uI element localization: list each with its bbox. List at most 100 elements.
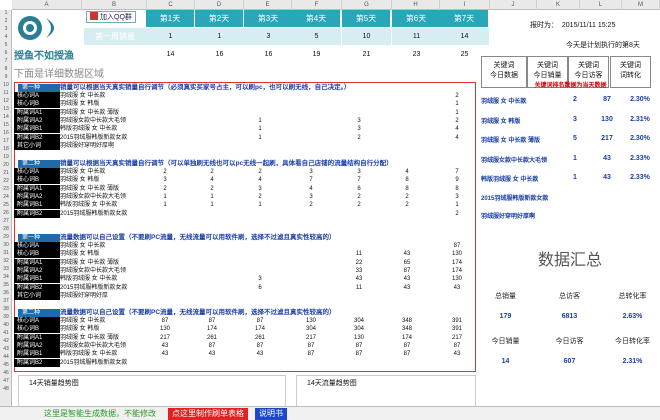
row-cell[interactable]: 2 bbox=[442, 117, 472, 125]
column-header-L[interactable]: L bbox=[580, 0, 622, 10]
row-cell[interactable]: 348 bbox=[392, 325, 422, 333]
row-cell[interactable]: 43 bbox=[442, 350, 472, 358]
row-cell[interactable]: 4 bbox=[392, 168, 422, 176]
row-cell[interactable]: 43 bbox=[150, 350, 180, 358]
column-header-G[interactable]: G bbox=[342, 0, 392, 10]
row-number[interactable]: 47 bbox=[0, 378, 12, 385]
row-cell[interactable]: 65 bbox=[392, 259, 422, 267]
row-cell[interactable]: 174 bbox=[392, 334, 422, 342]
row-cell[interactable]: 1 bbox=[442, 109, 472, 117]
row-cell[interactable]: 7 bbox=[344, 176, 374, 184]
row-cell[interactable]: 87 bbox=[392, 342, 422, 350]
row-cell[interactable]: 87 bbox=[197, 317, 227, 325]
row-cell[interactable]: 6 bbox=[344, 185, 374, 193]
row-cell[interactable]: 43 bbox=[344, 275, 374, 283]
row-number[interactable]: 29 bbox=[0, 234, 12, 241]
row-cell[interactable]: 130 bbox=[442, 250, 472, 258]
row-cell[interactable]: 87 bbox=[442, 342, 472, 350]
row-cell[interactable]: 1 bbox=[245, 134, 275, 142]
row-cell[interactable]: 43 bbox=[392, 275, 422, 283]
row-cell[interactable]: 2 bbox=[344, 201, 374, 209]
row-cell[interactable]: 174 bbox=[442, 259, 472, 267]
row-cell[interactable]: 87 bbox=[442, 242, 472, 250]
row-cell[interactable]: 2 bbox=[442, 92, 472, 100]
row-cell[interactable]: 87 bbox=[150, 317, 180, 325]
row-cell[interactable]: 8 bbox=[392, 185, 422, 193]
column-header-M[interactable]: M bbox=[622, 0, 660, 10]
row-cell[interactable]: 2 bbox=[344, 193, 374, 201]
row-cell[interactable]: 8 bbox=[442, 185, 472, 193]
row-number[interactable]: 2 bbox=[0, 18, 12, 25]
row-cell[interactable]: 130 bbox=[344, 334, 374, 342]
row-cell[interactable]: 3 bbox=[442, 193, 472, 201]
row-cell[interactable]: 1 bbox=[245, 201, 275, 209]
row-cell[interactable]: 43 bbox=[442, 284, 472, 292]
row-number[interactable]: 1 bbox=[0, 10, 12, 17]
row-cell[interactable]: 7 bbox=[442, 168, 472, 176]
row-cell[interactable]: 304 bbox=[344, 325, 374, 333]
row-cell[interactable]: 2 bbox=[296, 201, 326, 209]
row-cell[interactable]: 2 bbox=[150, 185, 180, 193]
join-qq-group-button[interactable]: 加入QQ群 bbox=[86, 11, 136, 23]
row-cell[interactable]: 4 bbox=[197, 176, 227, 184]
row-cell[interactable]: 43 bbox=[150, 342, 180, 350]
week1-cell[interactable]: 5 bbox=[292, 28, 341, 45]
column-header-H[interactable]: H bbox=[392, 0, 440, 10]
row-cell[interactable]: 1 bbox=[442, 201, 472, 209]
row-number[interactable]: 9 bbox=[0, 74, 12, 81]
row-cell[interactable]: 2 bbox=[392, 193, 422, 201]
row-cell[interactable]: 2 bbox=[442, 210, 472, 218]
week2-cell[interactable]: 23 bbox=[392, 46, 441, 63]
row-cell[interactable]: 174 bbox=[197, 325, 227, 333]
week1-cell[interactable]: 3 bbox=[244, 28, 293, 45]
row-cell[interactable]: 87 bbox=[296, 342, 326, 350]
sheet-tab-manual[interactable]: 说明书 bbox=[255, 408, 287, 420]
row-cell[interactable]: 2 bbox=[197, 168, 227, 176]
row-cell[interactable]: 7 bbox=[296, 176, 326, 184]
row-cell[interactable]: 87 bbox=[245, 317, 275, 325]
row-cell[interactable]: 11 bbox=[344, 250, 374, 258]
row-cell[interactable]: 130 bbox=[150, 325, 180, 333]
column-header-B[interactable]: B bbox=[82, 0, 147, 10]
sheet-tab-generated[interactable]: 这里是智能生成数据，不能修改 bbox=[40, 408, 160, 420]
row-cell[interactable]: 1 bbox=[150, 193, 180, 201]
row-number[interactable]: 28 bbox=[0, 226, 12, 233]
column-header-E[interactable]: E bbox=[244, 0, 292, 10]
sheet-tab-make-table[interactable]: 点这里制作刷单表格 bbox=[168, 408, 248, 420]
row-cell[interactable]: 87 bbox=[392, 267, 422, 275]
row-number[interactable]: 3 bbox=[0, 26, 12, 33]
row-number[interactable]: 27 bbox=[0, 218, 12, 225]
week2-cell[interactable]: 16 bbox=[195, 46, 244, 63]
row-cell[interactable]: 1 bbox=[442, 100, 472, 108]
row-number[interactable]: 4 bbox=[0, 34, 12, 41]
row-cell[interactable]: 3 bbox=[296, 193, 326, 201]
row-cell[interactable]: 8 bbox=[392, 176, 422, 184]
column-header-I[interactable]: I bbox=[440, 0, 490, 10]
row-number[interactable]: 46 bbox=[0, 370, 12, 377]
row-cell[interactable]: 391 bbox=[442, 325, 472, 333]
row-cell[interactable]: 130 bbox=[296, 317, 326, 325]
row-cell[interactable]: 33 bbox=[344, 267, 374, 275]
row-number[interactable]: 8 bbox=[0, 66, 12, 73]
week2-cell[interactable]: 19 bbox=[292, 46, 341, 63]
row-cell[interactable]: 87 bbox=[245, 342, 275, 350]
row-cell[interactable]: 43 bbox=[197, 350, 227, 358]
row-cell[interactable]: 3 bbox=[296, 168, 326, 176]
row-cell[interactable]: 3 bbox=[150, 176, 180, 184]
row-cell[interactable]: 87 bbox=[344, 350, 374, 358]
row-cell[interactable]: 261 bbox=[245, 334, 275, 342]
row-cell[interactable]: 3 bbox=[344, 125, 374, 133]
row-cell[interactable]: 261 bbox=[197, 334, 227, 342]
row-cell[interactable]: 2 bbox=[392, 201, 422, 209]
row-cell[interactable]: 43 bbox=[245, 350, 275, 358]
row-cell[interactable]: 22 bbox=[344, 259, 374, 267]
row-cell[interactable]: 2 bbox=[344, 134, 374, 142]
row-number[interactable]: 7 bbox=[0, 58, 12, 65]
row-cell[interactable]: 304 bbox=[344, 317, 374, 325]
row-number[interactable]: 38 bbox=[0, 306, 12, 313]
row-cell[interactable]: 1 bbox=[197, 201, 227, 209]
row-cell[interactable]: 217 bbox=[296, 334, 326, 342]
row-number[interactable]: 10 bbox=[0, 82, 12, 89]
row-cell[interactable]: 87 bbox=[392, 350, 422, 358]
row-cell[interactable]: 2 bbox=[197, 185, 227, 193]
